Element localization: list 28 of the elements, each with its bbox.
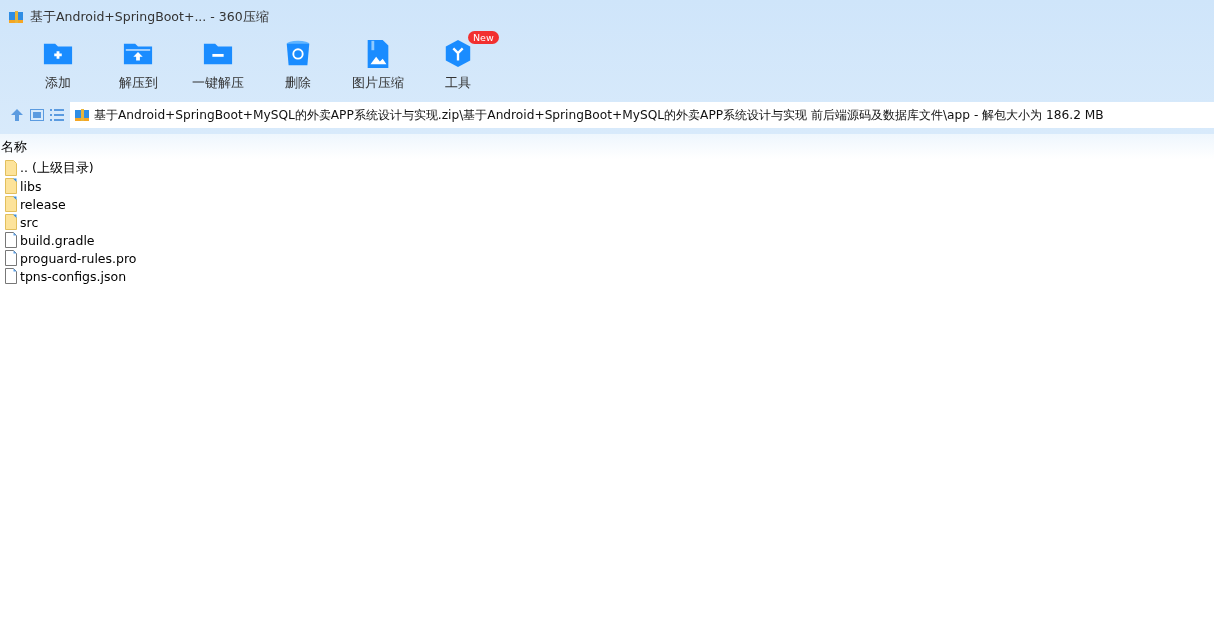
toolbar-button[interactable]: 添加 [18,34,98,96]
app-logo-icon [8,9,24,25]
toolbar-button[interactable]: 一键解压 [178,34,258,96]
up-arrow-icon[interactable] [10,108,24,122]
toolbar-button[interactable]: 工具 New [418,34,498,96]
toolbar-button[interactable]: 删除 [258,34,338,96]
toolbar-button[interactable]: 解压到 [98,34,178,96]
file-icon [5,268,17,284]
file-icon [5,232,17,248]
toolbar-button[interactable]: 图片压缩 [338,34,418,96]
file-name[interactable]: proguard-rules.pro [20,250,137,266]
thumbnail-view-icon[interactable] [30,109,44,121]
window-title: 基于Android+SpringBoot+... - 360压缩 [30,8,269,26]
folder-icon [5,178,17,194]
file-name[interactable]: build.gradle [20,232,95,248]
file-icon [5,250,17,266]
archive-icon [74,107,90,123]
folder-icon [5,214,17,230]
folder-icon [5,196,17,212]
file-name[interactable]: .. (上级目录) [20,159,94,177]
file-name[interactable]: release [20,196,66,212]
address-field[interactable]: 基于Android+SpringBoot+MySQL的外卖APP系统设计与实现.zip\基于Android+SpringBoot+MySQL的外卖APP系统设计与实现 前后端源码及数据库文件\app - 解包大小为 186.2 MB [70,102,1214,128]
folder-icon [5,160,17,176]
file-name[interactable]: src [20,214,39,230]
file-name[interactable]: libs [20,178,42,194]
file-name[interactable]: tpns-configs.json [20,268,127,284]
list-view-icon[interactable] [50,109,64,121]
new-badge: New [468,31,499,44]
